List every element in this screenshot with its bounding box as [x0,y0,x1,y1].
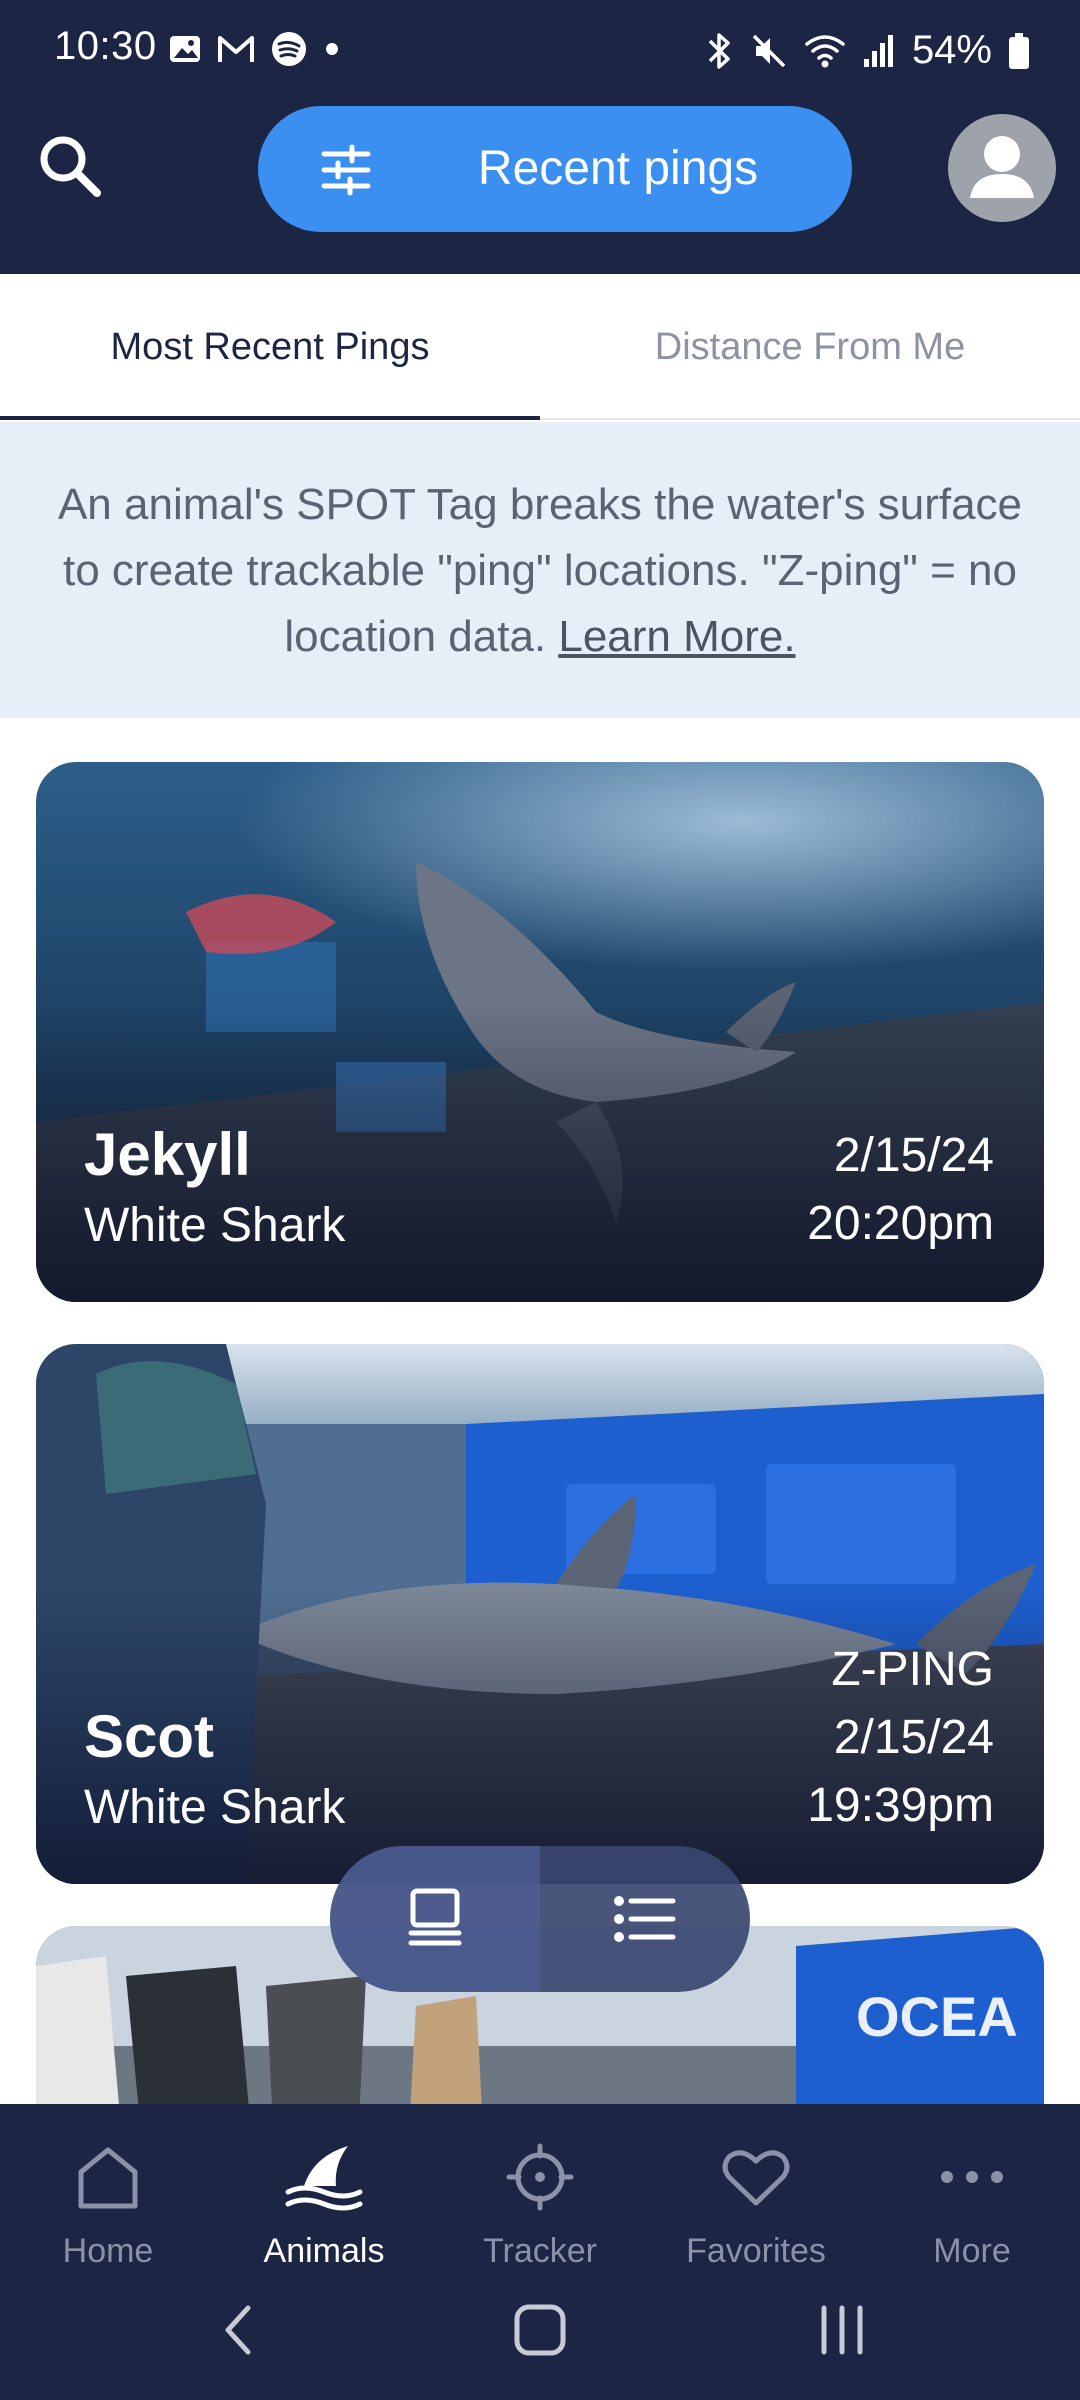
profile-avatar[interactable] [948,114,1056,222]
dot-icon [326,43,338,55]
card-view-button[interactable] [330,1846,540,1992]
heart-icon [722,2150,790,2206]
system-recents-button[interactable] [792,2280,892,2380]
active-tab-indicator [0,416,540,420]
view-toggle [330,1846,750,1992]
gmail-icon [218,36,254,62]
ping-time: 19:39pm [807,1779,994,1832]
animal-species: White Shark [84,1199,346,1252]
back-icon [225,2305,251,2355]
system-home-button[interactable] [490,2280,590,2380]
home-square-icon [514,2304,566,2356]
filter-sliders-icon [321,144,371,196]
notification-icons [168,30,342,68]
animal-card-scot[interactable]: Scot White Shark Z-PING 2/15/24 19:39pm [36,1344,1044,1884]
ping-time: 20:20pm [807,1197,994,1250]
zping-badge: Z-PING [831,1643,994,1696]
animal-name: Jekyll [84,1121,251,1188]
status-bar: 10:30 54% [0,0,1080,100]
app-screen: 10:30 54% Recent pings Most Recent Pings… [0,0,1080,2400]
tab-distance-from-me[interactable]: Distance From Me [540,274,1080,420]
system-back-button[interactable] [188,2280,288,2380]
battery-icon [1009,32,1029,69]
list-view-icon [614,1896,676,1942]
signal-icon [863,34,893,67]
search-icon [40,136,101,197]
nav-label: Animals [263,2232,385,2270]
card-view-icon [408,1888,462,1946]
home-icon [78,2147,138,2209]
filter-pill-button[interactable]: Recent pings [258,106,852,232]
battery-percent: 54% [911,28,992,72]
bluetooth-icon [708,32,730,69]
filter-label: Recent pings [477,142,759,195]
learn-more-link[interactable]: Learn More. [558,612,795,661]
nav-label: Home [62,2232,154,2270]
recents-icon [821,2305,863,2355]
user-icon [970,136,1034,198]
tracker-icon [506,2143,574,2211]
system-icons: 54% [704,28,1030,73]
mute-icon [752,34,786,67]
tab-bar: Most Recent Pings Distance From Me [0,274,1080,420]
ping-date: 2/15/24 [833,1129,994,1182]
animal-species: White Shark [84,1781,346,1834]
status-time: 10:30 [54,24,157,68]
wifi-icon [805,34,845,67]
animal-card-jekyll[interactable]: Jekyll White Shark 2/15/24 20:20pm [36,762,1044,1302]
info-text: An animal's SPOT Tag breaks the water's … [57,480,1023,661]
ping-meta: 2/15/24 20:20pm [807,1122,994,1258]
nav-label: Tracker [483,2232,597,2270]
more-icon [941,2171,1003,2183]
list-view-button[interactable] [540,1846,750,1992]
info-banner: An animal's SPOT Tag breaks the water's … [0,422,1080,718]
nav-label: More [933,2232,1011,2270]
ping-date: 2/15/24 [833,1711,994,1764]
spotify-icon [272,32,306,66]
nav-label: Favorites [686,2232,826,2270]
tab-most-recent-pings[interactable]: Most Recent Pings [0,274,540,420]
svg-text:OCEA: OCEA [856,1985,1018,2048]
nav-more[interactable]: More [864,2122,1080,2322]
app-header: 10:30 54% Recent pings [0,0,1080,274]
ping-meta: Z-PING 2/15/24 19:39pm [807,1636,994,1840]
shark-fin-icon [285,2146,363,2211]
nav-home[interactable]: Home [0,2122,216,2322]
search-button[interactable] [30,126,110,206]
animal-name: Scot [84,1703,215,1770]
gallery-icon [170,36,200,62]
